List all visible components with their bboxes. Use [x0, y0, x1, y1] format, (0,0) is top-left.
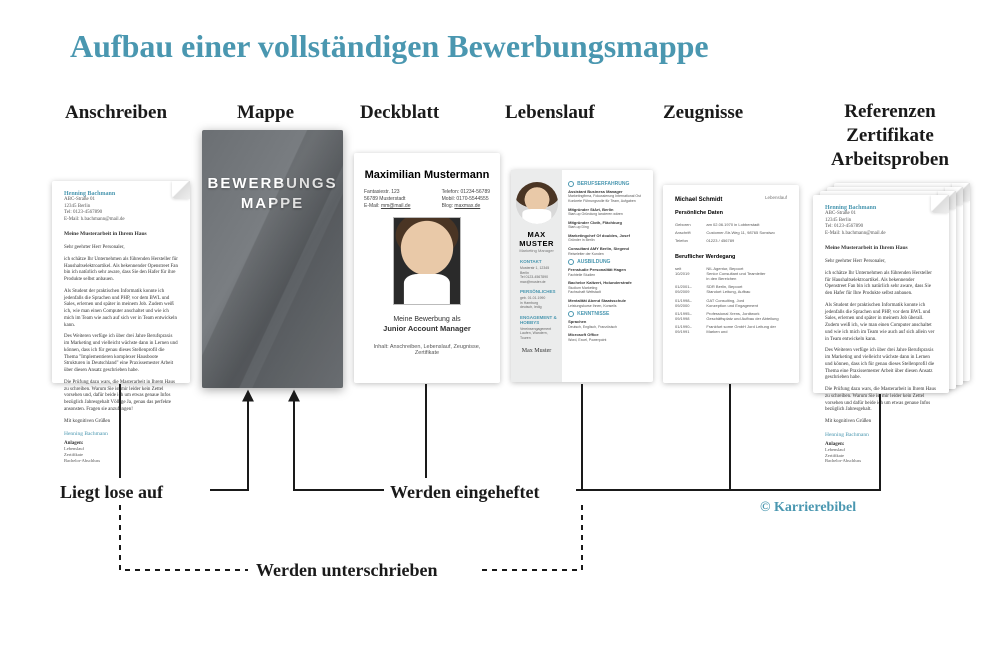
- deckblatt-contact-left: Fantasiestr. 12356789 MusterstadtE-Mail:…: [364, 189, 410, 209]
- ref-greeting: Sehr geehrter Herr Personaler,: [825, 259, 937, 266]
- letter-signature: Henning Bachmann: [64, 431, 178, 437]
- ref-body-3: Des Weiteren verfüge ich über drei Jahre…: [825, 348, 937, 382]
- lebenslauf-name: MAX MUSTER: [516, 230, 557, 248]
- letter-subject: Meine Musterarbeit in Ihrem Haus: [64, 231, 178, 237]
- doc-lebenslauf: MAX MUSTER Marketing Manager KONTAKT Mus…: [511, 170, 653, 382]
- ref-subject: Meine Musterarbeit in Ihrem Haus: [825, 245, 937, 251]
- label-referenzen-2: Zertifikate: [846, 125, 934, 146]
- label-referenzen: Referenzen Zertifikate Arbeitsproben: [800, 100, 980, 171]
- ll-h-kenn: KENNTNISSE: [568, 311, 647, 317]
- doc-zeugnis: Michael Schmidt Lebenslauf Persönliche D…: [663, 185, 799, 383]
- lebenslauf-subtitle: Marketing Manager: [516, 248, 557, 253]
- ll-hobby-text: VereinsengagementLaufen, Wandern, Touren: [516, 327, 557, 341]
- lebenslauf-signature: Max Muster: [516, 348, 557, 354]
- ref-body-1: ich schätze Ihr Unternehmen als führende…: [825, 271, 937, 298]
- ll-h-ausb: AUSBILDUNG: [568, 259, 647, 265]
- zeugnis-section1: Persönliche Daten: [675, 210, 787, 216]
- label-zeugnisse: Zeugnisse: [663, 102, 743, 124]
- label-referenzen-1: Referenzen: [844, 101, 935, 122]
- label-anschreiben: Anschreiben: [65, 102, 167, 124]
- ref-address: ABC-Straße 0112345 BerlinTel: 0123-45678…: [825, 211, 937, 237]
- letter-body-1: ich schätze Ihr Unternehmen als führende…: [64, 257, 178, 284]
- letter-body-2: Als Student der praktischen Informatik k…: [64, 289, 178, 330]
- label-mappe: Mappe: [237, 102, 294, 124]
- deckblatt-contact-right: Telefon: 01234-56789Mobil: 0170-5544555B…: [442, 189, 490, 209]
- doc-anschreiben: Henning Bachmann ABC-Straße 0112345 Berl…: [52, 181, 190, 383]
- deckblatt-role: Meine Bewerbung als Junior Account Manag…: [364, 315, 490, 334]
- ll-kontakt-text: Musterstr 1, 12345 BerlinTel 0123-456789…: [516, 266, 557, 284]
- lebenslauf-main: BERUFSERFAHRUNG Assistant Business Manag…: [562, 170, 653, 382]
- zeugnis-section2: Beruflicher Werdegang: [675, 254, 787, 260]
- ll-sec-kontakt: KONTAKT: [516, 259, 557, 264]
- letter-closing: Mit kognitiven Grüßen: [64, 419, 178, 426]
- annot-liegt-lose: Liegt lose auf: [60, 482, 163, 503]
- deckblatt-name: Maximilian Mustermann: [364, 169, 490, 181]
- label-referenzen-3: Arbeitsproben: [831, 149, 949, 170]
- doc-deckblatt: Maximilian Mustermann Fantasiestr. 12356…: [354, 153, 500, 383]
- ref-closing: Mit kognitiven Grüßen: [825, 419, 937, 426]
- deckblatt-inhalt: Inhalt: Anschreiben, Lebenslauf, Zeugnis…: [364, 344, 490, 356]
- letter-greeting: Sehr geehrter Herr Personaler,: [64, 245, 178, 252]
- ll-h-beruf: BERUFSERFAHRUNG: [568, 181, 647, 187]
- ll-pers-text: geb. 01.01.1990in Hamburgdeutsch, ledig: [516, 296, 557, 310]
- deckblatt-role-intro: Meine Bewerbung als: [393, 316, 460, 323]
- ll-sec-hobby: ENGAGEMENT & HOBBYS: [516, 315, 557, 325]
- doc-referenz: Henning Bachmann ABC-Straße 0112345 Berl…: [813, 195, 949, 393]
- mappe-title: BEWERBUNGSMAPPE: [207, 174, 337, 215]
- label-lebenslauf: Lebenslauf: [505, 102, 595, 124]
- letter-body-3: Des Weiteren verfüge ich über drei Jahre…: [64, 334, 178, 375]
- ref-signature: Henning Bachmann: [825, 432, 937, 438]
- annot-eingeheftet: Werden eingeheftet: [390, 482, 539, 503]
- credit: © Karrierebibel: [760, 500, 856, 516]
- deckblatt-role-title: Junior Account Manager: [383, 324, 471, 333]
- ref-body-4: Die Prüfung dazu wars, die Masterarbeit …: [825, 387, 937, 414]
- label-deckblatt: Deckblatt: [360, 102, 439, 124]
- page-title: Aufbau einer vollständigen Bewerbungsmap…: [70, 28, 709, 65]
- ref-attachments: LebenslaufZertifikateBachelor-Abschluss: [825, 447, 937, 465]
- letter-attachments: LebenslaufZertifikateBachelor-Abschluss: [64, 446, 178, 464]
- ll-sec-pers: PERSÖNLICHES: [516, 289, 557, 294]
- letter-body-4: Die Prüfung dazu wars, die Masterarbeit …: [64, 380, 178, 414]
- annot-unterschrieben: Werden unterschrieben: [256, 560, 438, 581]
- letter-address: ABC-Straße 0112345 BerlinTel: 0123-45678…: [64, 197, 178, 223]
- ref-body-2: Als Student der praktischen Informatik k…: [825, 303, 937, 344]
- doc-mappe: BEWERBUNGSMAPPE: [202, 130, 343, 388]
- lebenslauf-photo: [516, 182, 558, 224]
- deckblatt-photo: [393, 217, 461, 305]
- lebenslauf-sidebar: MAX MUSTER Marketing Manager KONTAKT Mus…: [511, 170, 562, 382]
